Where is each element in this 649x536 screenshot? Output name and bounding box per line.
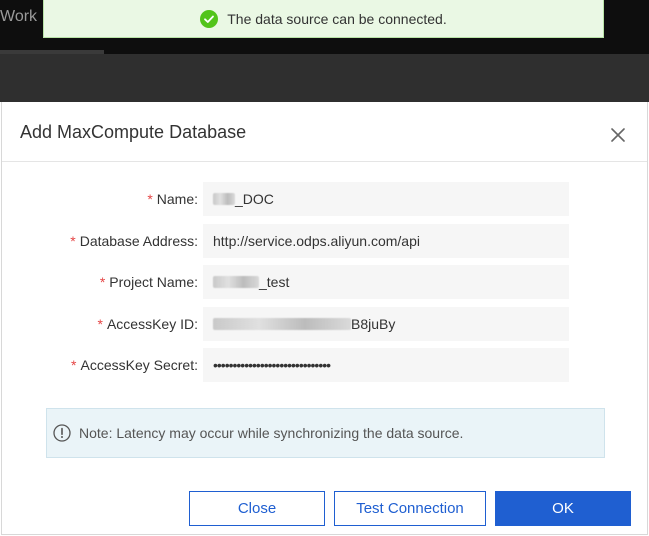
background-title: Work [0,8,38,25]
ok-button[interactable]: OK [495,491,631,526]
notice-text: Note: Latency may occur while synchroniz… [79,425,464,441]
database-address-row: * Database Address: http://service.odps.a… [2,224,647,258]
database-address-label: * Database Address: [70,233,198,249]
database-address-input[interactable]: http://service.odps.aliyun.com/api [203,224,569,258]
redacted-text [213,193,235,205]
add-database-dialog: Add MaxCompute Database * Name: _DOC * Dat… [1,102,648,535]
dialog-title: Add MaxCompute Database [20,122,247,142]
accesskey-secret-row: * AccessKey Secret: •••••••••••••••••••••… [2,348,647,382]
close-button[interactable]: Close [189,491,325,526]
dialog-header: Add MaxCompute Database [2,102,647,162]
close-icon[interactable] [611,128,625,142]
latency-notice: Note: Latency may occur while synchroniz… [46,408,605,458]
test-connection-button[interactable]: Test Connection [334,491,486,526]
name-row: * Name: _DOC [2,182,647,216]
accesskey-secret-input[interactable]: •••••••••••••••••••••••••••••• [203,348,569,382]
accesskey-secret-label: * AccessKey Secret: [71,357,198,373]
redacted-text [213,276,259,288]
background-tab-indicator [0,50,104,54]
accesskey-id-row: * AccessKey ID: B8juBy [2,307,647,341]
project-name-input[interactable]: _test [203,265,569,299]
name-label: * Name: [147,191,198,207]
name-input[interactable]: _DOC [203,182,569,216]
info-icon [53,424,71,442]
toast-message: The data source can be connected. [227,10,447,27]
check-circle-icon [200,9,219,28]
success-toast: The data source can be connected. [43,0,604,38]
redacted-text [213,318,351,330]
project-name-label: * Project Name: [99,274,198,290]
accesskey-id-input[interactable]: B8juBy [203,307,569,341]
accesskey-id-label: * AccessKey ID: [97,316,198,332]
project-name-row: * Project Name: _test [2,265,647,299]
